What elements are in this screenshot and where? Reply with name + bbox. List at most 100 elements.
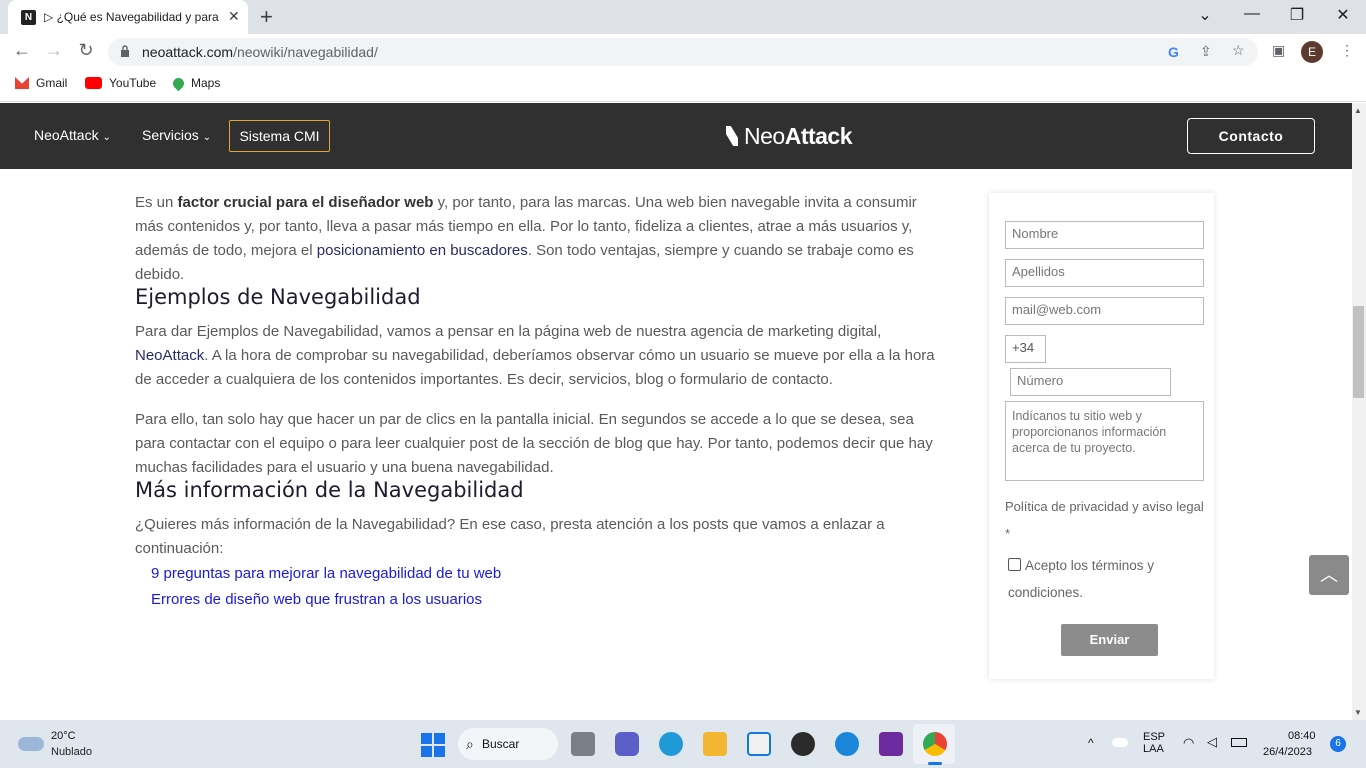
message-textarea[interactable]: Indícanos tu sitio web y proporcionanos …: [1005, 401, 1204, 481]
clock-time[interactable]: 08:40: [1288, 730, 1316, 742]
weather-temp: 20°C: [51, 730, 76, 742]
windows-logo-pane: [421, 746, 432, 757]
new-tab-button[interactable]: +: [260, 4, 273, 30]
app-icon[interactable]: [791, 732, 815, 756]
neoattack-link[interactable]: NeoAttack: [135, 347, 204, 364]
edge-browser-icon[interactable]: [659, 732, 683, 756]
paragraph-quieres: ¿Quieres más información de la Navegabil…: [135, 516, 885, 557]
apellidos-input[interactable]: Apellidos: [1005, 259, 1204, 287]
volume-icon[interactable]: ◁: [1207, 734, 1217, 750]
bookmark-maps-label: Maps: [191, 76, 221, 90]
email-input[interactable]: mail@web.com: [1005, 297, 1204, 325]
file-explorer-icon[interactable]: [703, 732, 727, 756]
page-scrollbar[interactable]: [1352, 103, 1366, 720]
url-path: /neowiki/navegabilidad/: [233, 44, 378, 60]
clock-date[interactable]: 26/4/2023: [1263, 746, 1312, 758]
taskbar-search-label: Buscar: [482, 737, 520, 751]
back-arrow-icon[interactable]: ←: [10, 40, 34, 61]
lang-code: ESP: [1143, 731, 1166, 743]
privacy-policy-link[interactable]: Política de privacidad y aviso legal: [1005, 499, 1204, 514]
forward-arrow-icon[interactable]: →: [42, 40, 66, 61]
paragraph-factor: Es un factor crucial para el diseñador w…: [135, 191, 935, 287]
logo-text-regular: Neo: [744, 123, 785, 149]
start-button[interactable]: [421, 733, 445, 757]
maximize-button[interactable]: ❐: [1287, 5, 1307, 25]
scroll-to-top-button[interactable]: ︿: [1309, 555, 1349, 595]
url-text: neoattack.com/neowiki/navegabilidad/: [142, 44, 378, 60]
scroll-down-arrow-icon[interactable]: ▼: [1354, 708, 1362, 717]
heading-ejemplos: Ejemplos de Navegabilidad: [135, 285, 421, 309]
maps-icon: [170, 75, 187, 92]
contacto-button[interactable]: Contacto: [1187, 118, 1315, 154]
numero-input[interactable]: Número: [1010, 368, 1171, 396]
notifications-badge[interactable]: 6: [1330, 736, 1346, 752]
task-view-icon[interactable]: [571, 732, 595, 756]
scroll-up-arrow-icon[interactable]: ▲: [1354, 106, 1362, 115]
chevron-down-icon: ⌄: [202, 132, 212, 143]
wifi-icon[interactable]: ◠: [1183, 735, 1194, 751]
tab-search-icon[interactable]: ⌄: [1195, 5, 1215, 25]
visual-studio-icon[interactable]: [879, 732, 903, 756]
reload-icon[interactable]: ↻: [74, 40, 98, 61]
address-bar[interactable]: neoattack.com/neowiki/navegabilidad/: [108, 38, 1258, 66]
search-icon: ⌕: [466, 736, 474, 752]
minimize-button[interactable]: —: [1242, 5, 1262, 23]
bookmark-gmail[interactable]: Gmail: [15, 76, 67, 90]
browser-tab[interactable]: N ▷ ¿Qué es Navegabilidad y para ✕: [8, 0, 248, 34]
menu-neoattack[interactable]: NeoAttack ⌄: [34, 127, 111, 143]
text: . A la hora de comprobar su navegabilida…: [135, 347, 935, 388]
terms-checkbox-row[interactable]: Acepto los términos y condiciones.: [1008, 552, 1188, 606]
weather-condition: Nublado: [51, 746, 92, 758]
text: Para dar Ejemplos de Navegabilidad, vamo…: [135, 323, 882, 340]
bookmark-star-icon[interactable]: ☆: [1232, 42, 1245, 59]
language-indicator[interactable]: ESP LAA: [1143, 731, 1165, 755]
profile-avatar[interactable]: E: [1301, 41, 1323, 63]
bookmark-youtube-label: YouTube: [109, 76, 157, 90]
bold-text: factor crucial para el diseñador web: [177, 194, 434, 211]
help-icon[interactable]: [835, 732, 859, 756]
taskbar-search[interactable]: ⌕ Buscar: [458, 728, 558, 760]
microsoft-store-icon[interactable]: [747, 732, 771, 756]
logo-text-bold: Attack: [784, 123, 853, 149]
sistema-cmi-button[interactable]: Sistema CMI: [229, 120, 330, 152]
battery-icon[interactable]: [1231, 738, 1247, 747]
share-icon[interactable]: ⇪: [1200, 43, 1212, 60]
bookmark-maps[interactable]: Maps: [170, 75, 221, 92]
scrollbar-thumb[interactable]: [1353, 306, 1364, 398]
neoattack-logo-icon: [726, 126, 738, 146]
neoattack-logo[interactable]: NeoAttack: [726, 123, 853, 150]
windows-logo-pane: [434, 746, 445, 757]
gmail-icon: [15, 77, 29, 89]
more-menu-icon[interactable]: ⋮: [1340, 42, 1354, 59]
chevron-up-icon: ︿: [1320, 565, 1338, 585]
chrome-icon: [923, 732, 947, 756]
tab-title: ▷ ¿Qué es Navegabilidad y para: [44, 10, 219, 24]
heading-mas-informacion: Más información de la Navegabilidad: [135, 478, 524, 502]
side-panel-icon[interactable]: ▣: [1272, 42, 1285, 59]
chevron-down-icon: ⌄: [102, 132, 111, 143]
tab-close-icon[interactable]: ✕: [228, 8, 240, 25]
windows-logo-pane: [434, 733, 445, 744]
chevron-up-icon[interactable]: ^: [1088, 736, 1094, 750]
terms-checkbox[interactable]: [1008, 558, 1021, 571]
close-window-button[interactable]: ✕: [1333, 5, 1353, 25]
post-link-errores[interactable]: Errores de diseño web que frustran a los…: [151, 591, 482, 608]
menu-servicios[interactable]: Servicios ⌄: [142, 127, 211, 143]
terms-label: Acepto los términos y condiciones.: [1008, 558, 1155, 600]
youtube-icon: [85, 77, 102, 89]
cloud-icon: [18, 737, 44, 751]
google-lens-icon[interactable]: G: [1168, 44, 1179, 60]
url-host: neoattack.com: [142, 44, 234, 60]
enviar-button[interactable]: Enviar: [1061, 624, 1158, 656]
nombre-input[interactable]: Nombre: [1005, 221, 1204, 249]
post-link-preguntas[interactable]: 9 preguntas para mejorar la navegabilida…: [151, 565, 501, 582]
required-marker: *: [1005, 526, 1011, 541]
phone-prefix-select[interactable]: +34: [1005, 335, 1046, 363]
menu-servicios-label: Servicios: [142, 127, 199, 143]
teams-chat-icon[interactable]: [615, 732, 639, 756]
neoattack-favicon-icon: N: [21, 10, 36, 25]
bookmark-youtube[interactable]: YouTube: [85, 76, 156, 90]
posicionamiento-link[interactable]: posicionamiento en buscadores: [317, 242, 528, 259]
chrome-active-indicator: [928, 762, 942, 765]
cloud-icon[interactable]: [1112, 738, 1128, 747]
